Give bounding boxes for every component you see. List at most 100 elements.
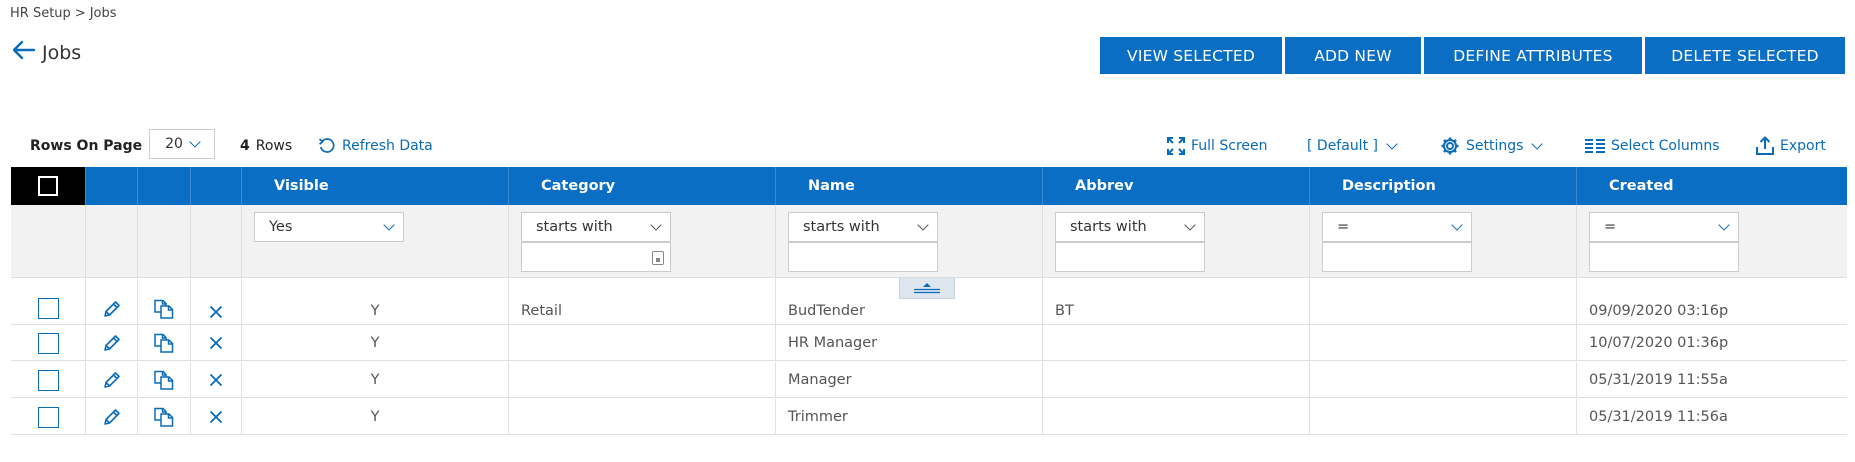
row-count-label: Rows	[255, 138, 293, 154]
full-screen-button[interactable]: Full Screen	[1167, 135, 1268, 157]
chevron-down-icon	[1184, 219, 1196, 231]
close-icon[interactable]	[209, 373, 223, 387]
filter-created-operator[interactable]: =	[1589, 212, 1739, 242]
filter-abbrev-operator[interactable]: starts with	[1055, 212, 1205, 242]
cell-created-value: 09/09/2020 03:16p	[1589, 303, 1729, 319]
chevron-down-icon	[1531, 138, 1544, 150]
cell-visible: Y	[242, 325, 509, 361]
close-icon[interactable]	[209, 305, 223, 319]
filter-category-input[interactable]	[521, 242, 671, 272]
header-description-label: Description	[1342, 178, 1436, 194]
back-arrow-icon[interactable]	[12, 40, 38, 66]
filter-name-input[interactable]	[788, 242, 938, 272]
add-new-button[interactable]: ADD NEW	[1285, 37, 1421, 74]
header-visible[interactable]: Visible	[242, 167, 509, 205]
view-selected-button[interactable]: VIEW SELECTED	[1100, 37, 1282, 74]
filter-visible-select[interactable]: Yes	[254, 212, 404, 242]
pencil-icon[interactable]	[102, 333, 122, 353]
cell-created-value: 05/31/2019 11:56a	[1589, 409, 1728, 425]
copy-icon[interactable]	[153, 407, 175, 427]
export-button[interactable]: Export	[1756, 135, 1826, 157]
header-name-label: Name	[808, 178, 855, 194]
cell-created: 05/31/2019 11:55a	[1577, 362, 1847, 398]
row-checkbox[interactable]	[37, 369, 59, 391]
columns-icon	[1585, 138, 1605, 154]
rows-on-page-label: Rows On Page	[30, 138, 143, 154]
filter-category-operator-value: starts with	[536, 219, 613, 235]
view-preset-dropdown[interactable]: [ Default ]	[1307, 135, 1398, 157]
cell-name: HR Manager	[776, 325, 1043, 361]
chevron-down-icon	[650, 219, 662, 231]
cell-visible-value: Y	[370, 372, 380, 388]
filter-created-operator-value: =	[1604, 219, 1617, 235]
grid-filter-row: Yes starts with starts with starts with …	[11, 205, 1847, 278]
filter-abbrev-input[interactable]	[1055, 242, 1205, 272]
row-checkbox[interactable]	[37, 406, 59, 428]
header-abbrev[interactable]: Abbrev	[1043, 167, 1310, 205]
delete-selected-button[interactable]: DELETE SELECTED	[1645, 37, 1845, 74]
copy-icon[interactable]	[153, 299, 175, 319]
select-all-checkbox[interactable]	[38, 176, 58, 196]
row-select-cell	[11, 325, 86, 361]
header-created[interactable]: Created	[1577, 167, 1847, 205]
table-row: Y HR Manager 10/07/2020 01:36p	[11, 325, 1847, 361]
cell-name: Trimmer	[776, 399, 1043, 435]
page-header: Jobs	[12, 40, 81, 66]
cell-name-value: Trimmer	[788, 409, 848, 425]
cell-abbrev	[1043, 399, 1310, 435]
cell-abbrev	[1043, 325, 1310, 361]
filter-empty-cell	[138, 205, 191, 278]
settings-dropdown[interactable]: Settings	[1440, 135, 1544, 157]
select-columns-label: Select Columns	[1611, 138, 1720, 154]
header-delete-col	[191, 167, 242, 205]
row-count-number: 4	[240, 138, 250, 154]
pencil-icon[interactable]	[102, 370, 122, 390]
filter-name-cell: starts with	[776, 205, 1043, 278]
filter-description-operator[interactable]: =	[1322, 212, 1472, 242]
cell-visible: Y	[242, 278, 509, 325]
header-category[interactable]: Category	[509, 167, 776, 205]
refresh-data-button[interactable]: Refresh Data	[318, 135, 433, 157]
row-delete-cell	[191, 325, 242, 361]
cell-category-value: Retail	[521, 303, 562, 319]
pencil-icon[interactable]	[102, 299, 122, 319]
full-screen-label: Full Screen	[1191, 138, 1268, 154]
copy-icon[interactable]	[153, 370, 175, 390]
cell-category: Retail	[509, 278, 776, 325]
close-icon[interactable]	[209, 336, 223, 350]
cell-visible-value: Y	[370, 409, 380, 425]
cell-abbrev-value: BT	[1055, 303, 1074, 319]
rows-on-page-select[interactable]: 20	[149, 129, 215, 159]
export-label: Export	[1780, 138, 1826, 154]
header-name[interactable]: Name	[776, 167, 1043, 205]
row-copy-cell	[138, 325, 191, 361]
filter-description-input[interactable]	[1322, 242, 1472, 272]
row-checkbox[interactable]	[37, 332, 59, 354]
chevron-down-icon	[189, 136, 201, 148]
breadcrumb-parent[interactable]: HR Setup	[10, 6, 71, 21]
row-checkbox[interactable]	[37, 298, 59, 319]
filter-abbrev-operator-value: starts with	[1070, 219, 1147, 235]
row-copy-cell	[138, 278, 191, 325]
filter-category-operator[interactable]: starts with	[521, 212, 671, 242]
chevron-down-icon	[917, 219, 929, 231]
filter-name-operator[interactable]: starts with	[788, 212, 938, 242]
filter-abbrev-cell: starts with	[1043, 205, 1310, 278]
pencil-icon[interactable]	[102, 407, 122, 427]
header-description[interactable]: Description	[1310, 167, 1577, 205]
filter-created-input[interactable]	[1589, 242, 1739, 272]
view-preset-label: [ Default ]	[1307, 138, 1378, 154]
export-icon	[1756, 136, 1774, 156]
header-category-label: Category	[541, 178, 616, 194]
close-icon[interactable]	[209, 410, 223, 424]
define-attributes-button[interactable]: DEFINE ATTRIBUTES	[1424, 37, 1642, 74]
row-edit-cell	[86, 362, 138, 398]
header-copy-col	[138, 167, 191, 205]
filter-visible-cell: Yes	[242, 205, 509, 278]
row-select-cell	[11, 399, 86, 435]
table-row: Y Trimmer 05/31/2019 11:56a	[11, 399, 1847, 435]
row-edit-cell	[86, 278, 138, 325]
select-columns-button[interactable]: Select Columns	[1585, 135, 1720, 157]
cell-category	[509, 399, 776, 435]
copy-icon[interactable]	[153, 333, 175, 353]
